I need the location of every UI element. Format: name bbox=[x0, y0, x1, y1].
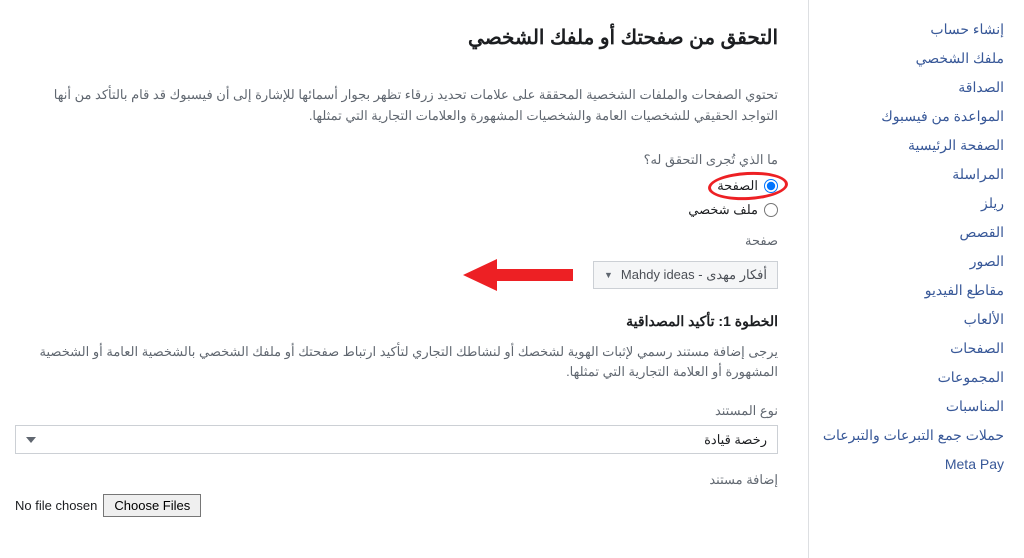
sidebar-item-dating[interactable]: المواعدة من فيسبوك bbox=[819, 102, 1004, 131]
doc-type-select[interactable]: رخصة قيادة bbox=[15, 425, 778, 454]
radio-page[interactable] bbox=[764, 179, 778, 193]
file-input-row: No file chosen Choose Files bbox=[15, 494, 778, 517]
sidebar-item-meta-pay[interactable]: Meta Pay bbox=[819, 450, 1004, 478]
intro-text: تحتوي الصفحات والملفات الشخصية المحققة ع… bbox=[15, 85, 778, 127]
sidebar-item-friendship[interactable]: الصداقة bbox=[819, 73, 1004, 102]
page-select-label: صفحة bbox=[15, 233, 778, 249]
sidebar-item-groups[interactable]: المجموعات bbox=[819, 363, 1004, 392]
radio-profile-label[interactable]: ملف شخصي bbox=[688, 202, 758, 218]
page-dropdown-value: Mahdy ideas - أفكار مهدى bbox=[621, 267, 767, 283]
radio-profile[interactable] bbox=[764, 203, 778, 217]
page-title: التحقق من صفحتك أو ملفك الشخصي bbox=[15, 25, 778, 50]
add-doc-label: إضافة مستند bbox=[15, 472, 778, 488]
doc-type-label: نوع المستند bbox=[15, 403, 778, 419]
main-content: التحقق من صفحتك أو ملفك الشخصي تحتوي الص… bbox=[0, 0, 809, 558]
sidebar-item-stories[interactable]: القصص bbox=[819, 218, 1004, 247]
sidebar-item-events[interactable]: المناسبات bbox=[819, 392, 1004, 421]
sidebar: إنشاء حساب ملفك الشخصي الصداقة المواعدة … bbox=[809, 0, 1024, 558]
verify-question: ما الذي تُجرى التحقق له؟ bbox=[15, 152, 778, 168]
sidebar-item-home[interactable]: الصفحة الرئيسية bbox=[819, 131, 1004, 160]
sidebar-item-messaging[interactable]: المراسلة bbox=[819, 160, 1004, 189]
sidebar-item-reels[interactable]: ريلز bbox=[819, 189, 1004, 218]
sidebar-item-create-account[interactable]: إنشاء حساب bbox=[819, 15, 1004, 44]
sidebar-item-videos[interactable]: مقاطع الفيديو bbox=[819, 276, 1004, 305]
sidebar-item-photos[interactable]: الصور bbox=[819, 247, 1004, 276]
file-status: No file chosen bbox=[15, 498, 97, 513]
sidebar-item-games[interactable]: الألعاب bbox=[819, 305, 1004, 334]
radio-page-label[interactable]: الصفحة bbox=[717, 178, 758, 194]
step-1-description: يرجى إضافة مستند رسمي لإثبات الهوية لشخص… bbox=[15, 342, 778, 384]
annotation-arrow bbox=[463, 257, 573, 293]
verify-type-radios: الصفحة ملف شخصي bbox=[15, 178, 778, 218]
sidebar-item-fundraisers[interactable]: حملات جمع التبرعات والتبرعات bbox=[819, 421, 1004, 450]
sidebar-item-pages[interactable]: الصفحات bbox=[819, 334, 1004, 363]
step-1-title: الخطوة 1: تأكيد المصداقية bbox=[15, 313, 778, 330]
choose-files-button[interactable]: Choose Files bbox=[103, 494, 201, 517]
caret-down-icon: ▼ bbox=[604, 270, 613, 280]
page-dropdown[interactable]: ▼ Mahdy ideas - أفكار مهدى bbox=[593, 261, 778, 289]
sidebar-item-profile[interactable]: ملفك الشخصي bbox=[819, 44, 1004, 73]
